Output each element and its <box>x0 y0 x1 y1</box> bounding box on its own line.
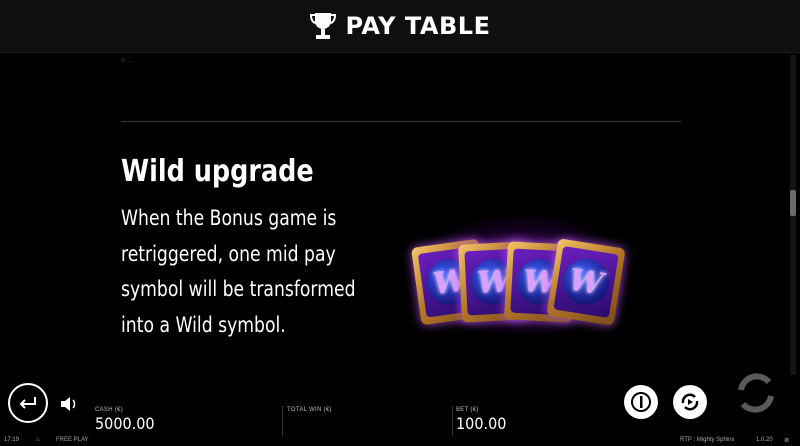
cash-display: CASH (€) 5000.00 <box>95 407 155 433</box>
total-win-display: TOTAL WIN (€) <box>287 407 332 413</box>
bet-display: BET (€) 100.00 <box>456 407 507 433</box>
bet-settings-button[interactable] <box>624 385 658 419</box>
home-icon[interactable]: ⌂ <box>36 437 40 443</box>
play-mode: FREE PLAY <box>56 437 89 443</box>
separator <box>282 406 283 436</box>
section-heading: Wild upgrade <box>121 154 314 189</box>
autoplay-button[interactable] <box>673 385 707 419</box>
wild-card: W <box>546 238 626 326</box>
section-description: When the Bonus game is retriggered, one … <box>121 201 383 343</box>
copyright-note: Ⓒ ... <box>121 58 132 64</box>
return-arrow-icon <box>19 397 36 409</box>
back-button[interactable] <box>8 383 48 423</box>
sound-icon[interactable] <box>60 396 78 412</box>
autoplay-icon <box>681 393 699 411</box>
description-line: When the Bonus game is <box>121 206 337 230</box>
description-line: symbol will be transformed <box>121 277 356 301</box>
settings-icon[interactable]: ⚙ <box>784 437 789 444</box>
rtp-info: RTP : Mighty Sphinx <box>680 437 735 443</box>
page-title: PAY TABLE <box>345 12 491 40</box>
separator <box>452 406 453 436</box>
spin-button[interactable] <box>733 370 779 416</box>
wild-cards-illustration: W W W W <box>398 215 638 335</box>
status-bar: 17:19 ⌂ FREE PLAY RTP : Mighty Sphinx 1.… <box>0 436 800 446</box>
coin-icon <box>631 392 651 412</box>
scrollbar-thumb[interactable] <box>790 190 796 216</box>
header: PAY TABLE <box>0 0 800 53</box>
clock: 17:19 <box>4 437 20 443</box>
version: 1.0.20 <box>756 437 773 443</box>
description-line: retriggered, one mid pay <box>121 241 336 266</box>
trophy-icon <box>309 13 336 39</box>
divider <box>121 121 681 122</box>
description-line: into a Wild symbol. <box>121 312 286 337</box>
